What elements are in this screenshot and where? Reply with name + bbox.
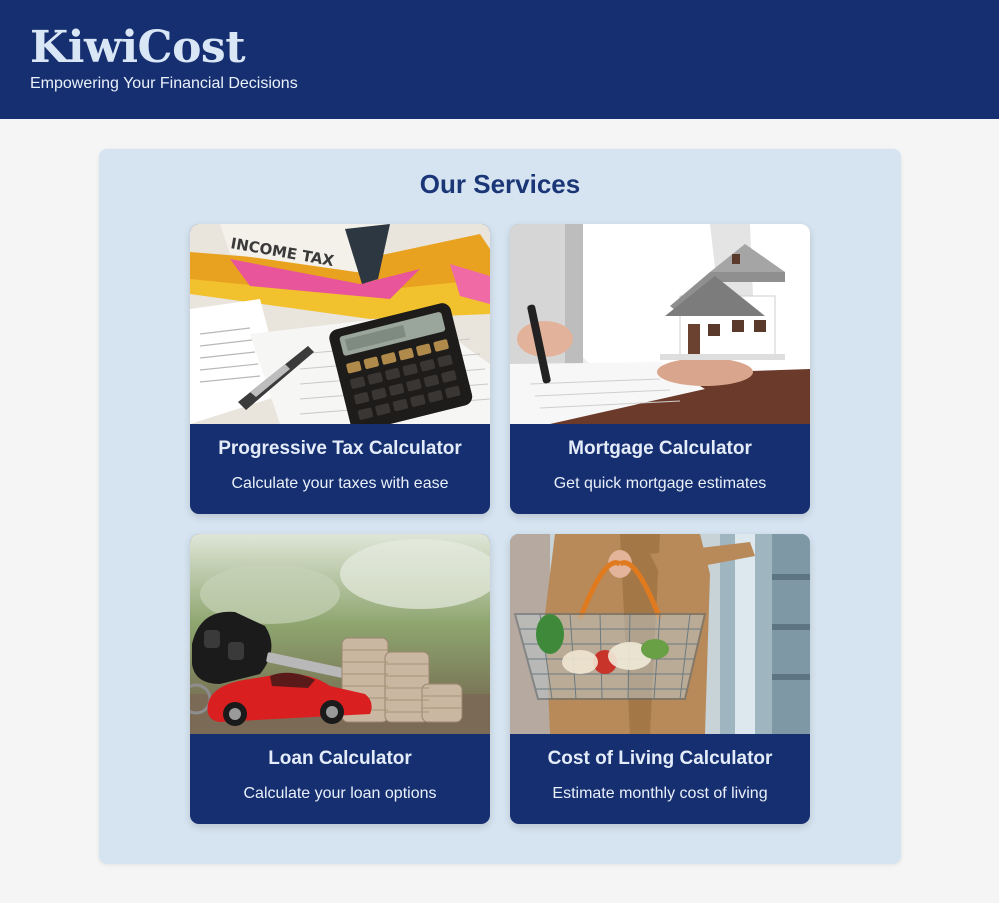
mortgage-image bbox=[510, 224, 810, 424]
card-title: Mortgage Calculator bbox=[568, 438, 752, 459]
services-panel: Our Services INCOME TAX Progressive Tax … bbox=[99, 149, 901, 864]
card-cost-of-living-calculator[interactable]: Cost of Living Calculator Estimate month… bbox=[510, 534, 810, 824]
card-loan-calculator[interactable]: Loan Calculator Calculate your loan opti… bbox=[190, 534, 490, 824]
tax-calculator-photo-icon: INCOME TAX bbox=[190, 224, 490, 424]
card-title: Cost of Living Calculator bbox=[547, 748, 773, 769]
cost-of-living-image bbox=[510, 534, 810, 734]
site-header: KiwiCost Empowering Your Financial Decis… bbox=[0, 0, 999, 119]
card-mortgage-calculator[interactable]: Mortgage Calculator Get quick mortgage e… bbox=[510, 224, 810, 514]
services-title: Our Services bbox=[419, 169, 581, 199]
grocery-basket-photo-icon bbox=[510, 534, 810, 734]
loan-image bbox=[190, 534, 490, 734]
tax-calculator-image: INCOME TAX bbox=[190, 224, 490, 424]
house-model-photo-icon bbox=[510, 224, 810, 424]
card-tax-calculator[interactable]: INCOME TAX Progressive Tax Calculator Ca… bbox=[190, 224, 490, 514]
card-title: Loan Calculator bbox=[268, 748, 412, 769]
card-description: Calculate your loan options bbox=[243, 785, 437, 802]
car-coins-photo-icon bbox=[190, 534, 490, 734]
card-description: Calculate your taxes with ease bbox=[231, 475, 449, 492]
card-title: Progressive Tax Calculator bbox=[218, 438, 462, 459]
card-description: Get quick mortgage estimates bbox=[553, 475, 767, 492]
tagline: Empowering Your Financial Decisions bbox=[30, 75, 298, 92]
card-description: Estimate monthly cost of living bbox=[552, 785, 768, 802]
brand-logo[interactable]: KiwiCost bbox=[30, 22, 246, 74]
